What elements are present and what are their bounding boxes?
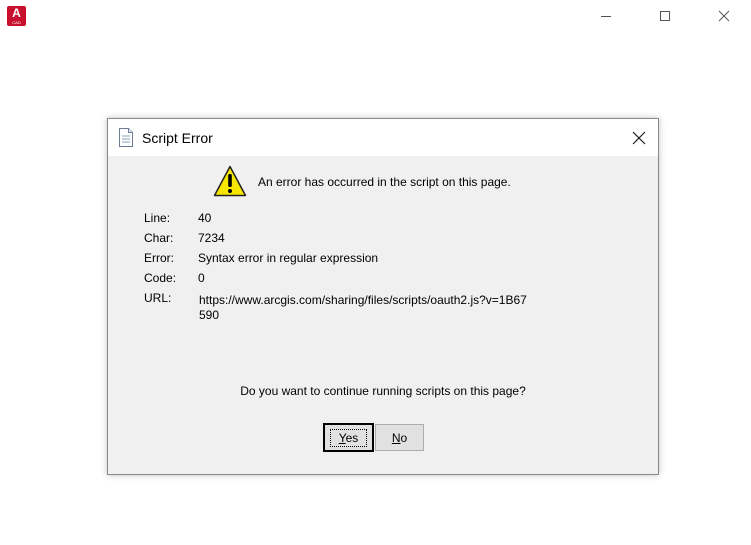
char-value: 7234 (198, 231, 225, 245)
dialog-titlebar[interactable]: Script Error (108, 119, 658, 156)
code-value: 0 (198, 271, 205, 285)
script-error-dialog: Script Error An error has occurred in th… (107, 118, 659, 475)
code-label: Code: (144, 271, 177, 285)
autocad-app-icon: A CAD (7, 6, 26, 26)
yes-button-label: Yes (329, 428, 368, 447)
continue-question: Do you want to continue running scripts … (240, 384, 526, 398)
close-icon (718, 10, 730, 22)
error-value: Syntax error in regular expression (198, 251, 379, 265)
line-value: 40 (198, 211, 212, 225)
line-label: Line: (144, 211, 171, 225)
warning-icon (213, 165, 247, 197)
app-icon-letter: A (12, 6, 21, 20)
error-label: Error: (144, 251, 174, 265)
document-icon (119, 128, 133, 147)
error-message: An error has occurred in the script on t… (258, 175, 511, 189)
url-label: URL: (144, 291, 172, 305)
no-button-label: No (391, 430, 408, 445)
no-button[interactable]: No (375, 424, 424, 451)
yes-button[interactable]: Yes (323, 423, 374, 452)
maximize-button[interactable] (650, 4, 680, 28)
maximize-icon (660, 11, 670, 21)
url-value: https://www.arcgis.com/sharing/files/scr… (199, 293, 527, 322)
window-close-button[interactable] (709, 4, 739, 28)
char-label: Char: (144, 231, 174, 245)
minimize-button[interactable] (591, 4, 621, 28)
app-icon-sublabel: CAD (12, 20, 21, 25)
dialog-title: Script Error (142, 130, 213, 146)
minimize-icon (601, 16, 611, 17)
app-window: A CAD Script Error An error has occurred… (0, 0, 751, 545)
close-icon (632, 131, 646, 145)
dialog-close-button[interactable] (625, 126, 653, 150)
